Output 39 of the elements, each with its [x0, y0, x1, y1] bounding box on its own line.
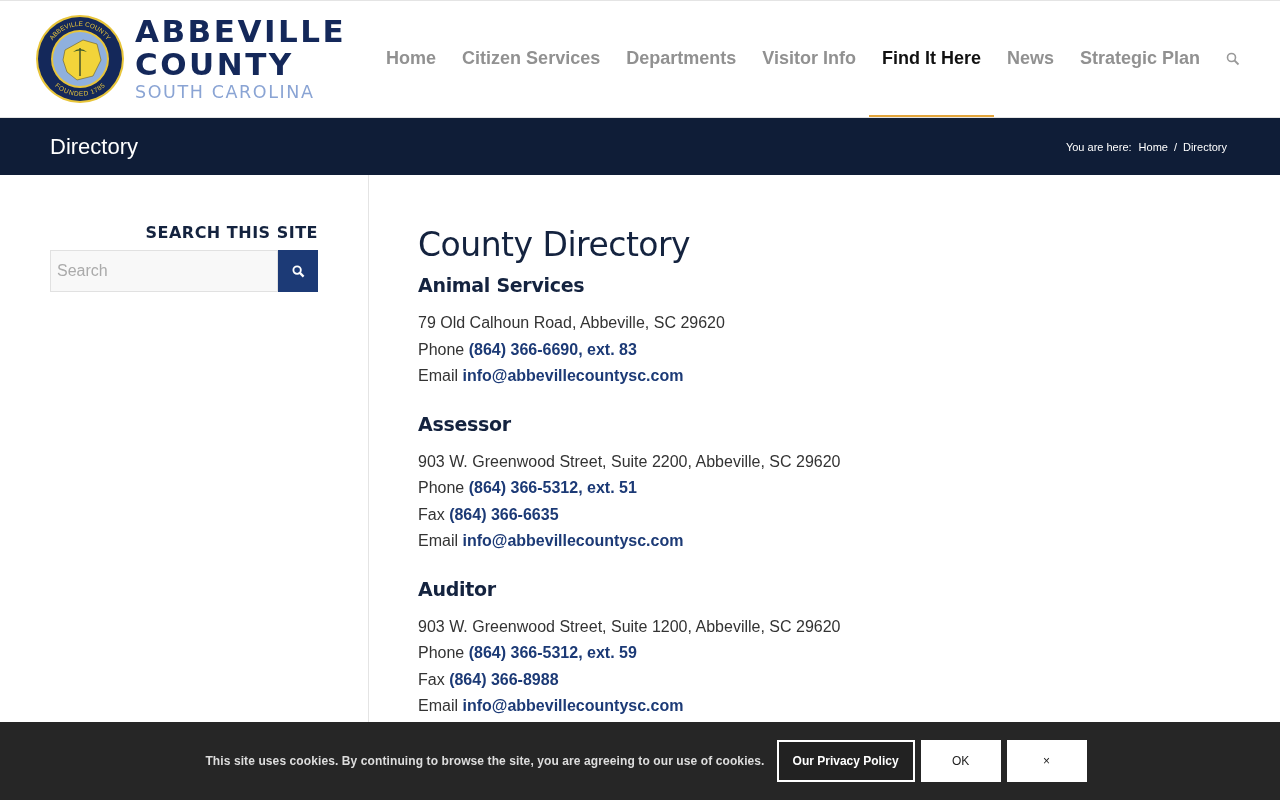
- search-field[interactable]: Search: [50, 250, 278, 292]
- cookie-button[interactable]: Our Privacy Policy: [776, 740, 915, 782]
- address-text: 903 W. Greenwood Street, Suite 2200, Abbeville, SC 29620: [418, 451, 841, 472]
- breadcrumb-link[interactable]: Home: [1138, 140, 1168, 153]
- address-text: 903 W. Greenwood Street, Suite 1200, Abbeville, SC 29620: [418, 616, 841, 637]
- breadcrumb-link[interactable]: Directory: [1183, 140, 1227, 153]
- logo-title[interactable]: ABBEVILLE: [135, 16, 347, 48]
- contact-link[interactable]: (864) 366-5312, ext. 59: [468, 644, 637, 661]
- section-heading: Animal Services: [418, 274, 586, 296]
- sidebar-heading: SEARCH THIS SITE: [144, 223, 318, 242]
- contact-link[interactable]: (864) 366-5312, ext. 51: [468, 479, 637, 496]
- contact-label: Fax: [418, 505, 445, 523]
- contact-link[interactable]: info@abbevillecountysc.com: [462, 697, 684, 714]
- search-icon[interactable]: [1226, 52, 1240, 66]
- contact-label: Fax: [418, 670, 445, 688]
- contact-label: Email: [418, 532, 458, 549]
- contact-label: Email: [418, 697, 458, 714]
- cookie-button[interactable]: OK: [920, 740, 1001, 782]
- logo-title[interactable]: COUNTY: [135, 49, 347, 81]
- search-button[interactable]: [278, 250, 318, 292]
- breadcrumb-label: You are here:: [1065, 140, 1132, 153]
- contact-link[interactable]: (864) 366-6690, ext. 83: [468, 340, 637, 358]
- contact-label: Phone: [418, 340, 465, 358]
- cookie-message: This site uses cookies. By continuing to browse the site, you are agreeing to our use of cookies.: [205, 754, 765, 768]
- cookie-button[interactable]: ×: [1006, 740, 1087, 782]
- contact-label: Phone: [418, 644, 465, 661]
- contact-label: Phone: [418, 479, 465, 496]
- contact-link[interactable]: info@abbevillecountysc.com: [462, 367, 684, 384]
- breadcrumb-separator: /: [1173, 140, 1177, 153]
- contact-label: Email: [418, 367, 458, 384]
- contact-link[interactable]: (864) 366-8988: [449, 670, 559, 688]
- content-title: County Directory: [418, 225, 692, 264]
- search-icon: [291, 264, 305, 278]
- address-text: 79 Old Calhoun Road, Abbeville, SC 29620: [418, 313, 726, 333]
- page-title: Directory: [50, 133, 138, 160]
- section-heading: Assessor: [418, 412, 512, 435]
- contact-link[interactable]: info@abbevillecountysc.com: [462, 532, 684, 549]
- section-heading: Auditor: [418, 577, 497, 600]
- contact-link[interactable]: (864) 366-6635: [449, 505, 559, 523]
